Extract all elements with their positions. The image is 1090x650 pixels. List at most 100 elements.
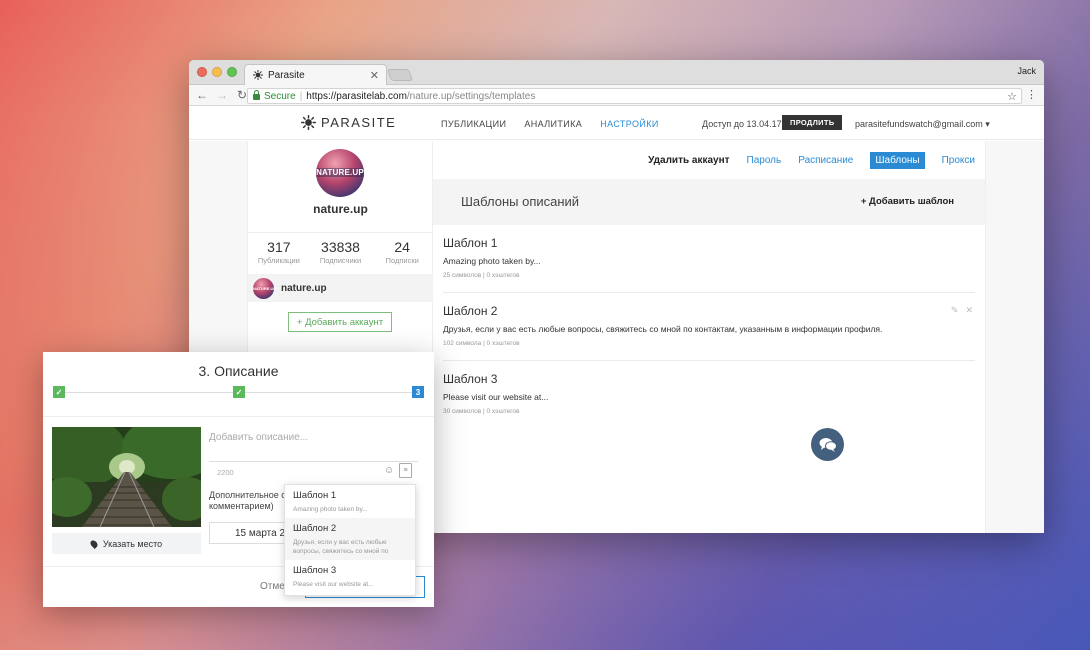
browser-toolbar: ← → ↻ Secure | https://parasitelab.com /…	[189, 85, 1044, 106]
url-path: /nature.up/settings/templates	[406, 90, 536, 102]
maximize-window-button[interactable]	[227, 67, 237, 77]
account-avatar-text: NATURE.UP	[253, 285, 277, 291]
template-actions: ✎ ✕	[951, 305, 973, 316]
dropdown-template-item[interactable]: Шаблон 2 Друзья, если у вас есть любые в…	[285, 518, 415, 560]
template-text: Amazing photo taken by...	[443, 256, 541, 266]
tab-close-icon[interactable]: ✕	[370, 69, 379, 82]
template-item[interactable]: Шаблон 1 Amazing photo taken by... 25 си…	[443, 225, 975, 293]
back-arrow-icon[interactable]: ←	[195, 88, 209, 102]
app-header: PARASITE ПУБЛИКАЦИИ АНАЛИТИКА НАСТРОЙКИ …	[189, 106, 1044, 140]
cancel-button[interactable]: Отме	[260, 581, 285, 592]
edit-pencil-icon[interactable]: ✎	[951, 305, 959, 316]
template-item[interactable]: Шаблон 2 ✎ ✕ Друзья, если у вас есть люб…	[443, 293, 975, 361]
stat-publications: 317 Публикации	[248, 239, 310, 265]
stat-label: Подписки	[385, 256, 419, 265]
prolong-button[interactable]: ПРОДЛИТЬ	[782, 115, 843, 130]
close-window-button[interactable]	[197, 67, 207, 77]
settings-tabs: Удалить аккаунт Пароль Расписание Шаблон…	[433, 141, 985, 179]
step-progress: ✓ ✓ 3	[53, 386, 424, 399]
section-header: Шаблоны описаний + Добавить шаблон	[433, 179, 985, 225]
stat-number: 24	[394, 239, 410, 255]
step-3-indicator[interactable]: 3	[412, 386, 424, 398]
divider	[43, 416, 434, 417]
additional-option-line1: Дополнительное оп	[209, 490, 292, 500]
tab-templates[interactable]: Шаблоны	[870, 151, 925, 169]
avatar: NATURE.UP	[316, 149, 364, 197]
avatar-text: NATURE.UP	[316, 168, 364, 177]
account-avatar: NATURE.UP	[253, 277, 277, 299]
account-name: nature.up	[281, 282, 327, 294]
template-name: Шаблон 1	[443, 236, 498, 250]
additional-option-line2: комментарием)	[209, 501, 274, 511]
access-until: Доступ до 13.04.17	[702, 119, 782, 129]
main-nav: ПУБЛИКАЦИИ АНАЛИТИКА НАСТРОЙКИ	[441, 119, 659, 129]
template-item[interactable]: Шаблон 3 Please visit our website at... …	[443, 361, 975, 429]
new-tab-button[interactable]	[386, 69, 414, 81]
browser-tab-parasite[interactable]: Parasite ✕	[244, 64, 387, 85]
dropdown-template-item[interactable]: Шаблон 1 Amazing photo taken by...	[285, 485, 415, 518]
address-separator: |	[299, 90, 303, 102]
account-email: parasitefundswatch@gmail.com	[855, 119, 983, 129]
nav-analytics[interactable]: АНАЛИТИКА	[524, 119, 582, 129]
account-email-dropdown[interactable]: parasitefundswatch@gmail.com ▾	[855, 119, 990, 130]
forward-arrow-icon[interactable]: →	[215, 88, 229, 102]
bookmark-star-icon[interactable]: ☆	[1007, 90, 1017, 103]
logo-text: PARASITE	[321, 115, 397, 130]
tab-schedule[interactable]: Расписание	[798, 155, 853, 166]
add-account-button[interactable]: + Добавить аккаунт	[288, 312, 392, 332]
step-title: 3. Описание	[198, 363, 279, 379]
tab-proxy[interactable]: Прокси	[942, 155, 975, 166]
dropdown-template-item[interactable]: Шаблон 3 Please visit our website at...	[285, 560, 415, 593]
secure-label: Secure	[264, 90, 296, 102]
map-pin-icon	[88, 538, 99, 549]
account-switch-item[interactable]: NATURE.UP nature.up	[248, 274, 433, 302]
dropdown-template-name: Шаблон 1	[293, 490, 337, 501]
template-name: Шаблон 2	[443, 304, 498, 318]
dropdown-template-text: Amazing photo taken by...	[293, 506, 368, 513]
tab-password[interactable]: Пароль	[747, 155, 782, 166]
delete-account-link[interactable]: Удалить аккаунт	[648, 155, 729, 166]
step-2-check-icon[interactable]: ✓	[233, 386, 245, 398]
stat-number: 317	[267, 239, 291, 255]
additional-option-label: Дополнительное оп комментарием)	[209, 490, 291, 512]
url-host: https://parasitelab.com	[306, 90, 407, 102]
profile-stats: 317 Публикации 33838 Подписчики 24 Подписки	[248, 232, 433, 265]
address-bar[interactable]: Secure | https://parasitelab.com /nature…	[247, 88, 1022, 104]
emoji-icon[interactable]: ☺	[384, 465, 394, 476]
stat-label: Подписчики	[319, 256, 362, 265]
stat-number: 33838	[321, 239, 360, 255]
step-1-check-icon[interactable]: ✓	[53, 386, 65, 398]
lock-icon	[253, 90, 260, 100]
nav-settings[interactable]: НАСТРОЙКИ	[600, 119, 659, 129]
parasite-logo[interactable]: PARASITE	[301, 115, 396, 130]
templates-document-icon[interactable]: ≡	[399, 463, 412, 478]
dropdown-template-name: Шаблон 2	[293, 523, 337, 534]
post-photo	[52, 427, 201, 527]
template-text: Друзья, если у вас есть любые вопросы, с…	[443, 324, 883, 334]
template-meta: 30 символов | 0 хэштегов	[443, 408, 520, 415]
char-counter: 2200	[217, 468, 234, 477]
dropdown-template-text: Друзья, если у вас есть любые вопросы, с…	[293, 538, 407, 556]
stat-following: 24 Подписки	[371, 239, 433, 265]
template-meta: 25 символов | 0 хэштегов	[443, 272, 520, 279]
template-name: Шаблон 3	[443, 372, 498, 386]
dropdown-template-text-line: вопросы, свяжитесь со мной по	[293, 548, 389, 555]
set-location-button[interactable]: Указать место	[52, 533, 201, 554]
delete-x-icon[interactable]: ✕	[965, 305, 973, 316]
dropdown-template-text-line: Друзья, если у вас есть любые	[293, 539, 387, 546]
chat-support-button[interactable]	[811, 428, 844, 461]
stat-followers: 33838 Подписчики	[310, 239, 372, 265]
title-bar: Parasite ✕ Jack	[189, 60, 1044, 85]
add-template-button[interactable]: + Добавить шаблон	[861, 196, 954, 207]
dropdown-template-text: Please visit our website at...	[293, 581, 374, 588]
description-input[interactable]: Добавить описание...	[209, 432, 308, 443]
nav-publications[interactable]: ПУБЛИКАЦИИ	[441, 119, 506, 129]
section-title: Шаблоны описаний	[461, 194, 580, 209]
browser-profile-name[interactable]: Jack	[1017, 66, 1036, 76]
template-text: Please visit our website at...	[443, 392, 549, 402]
railway-forest-image	[52, 427, 201, 527]
tab-title: Parasite	[268, 69, 305, 81]
set-location-label: Указать место	[102, 538, 163, 549]
browser-menu-icon[interactable]: ⋮	[1026, 88, 1037, 101]
minimize-window-button[interactable]	[212, 67, 222, 77]
